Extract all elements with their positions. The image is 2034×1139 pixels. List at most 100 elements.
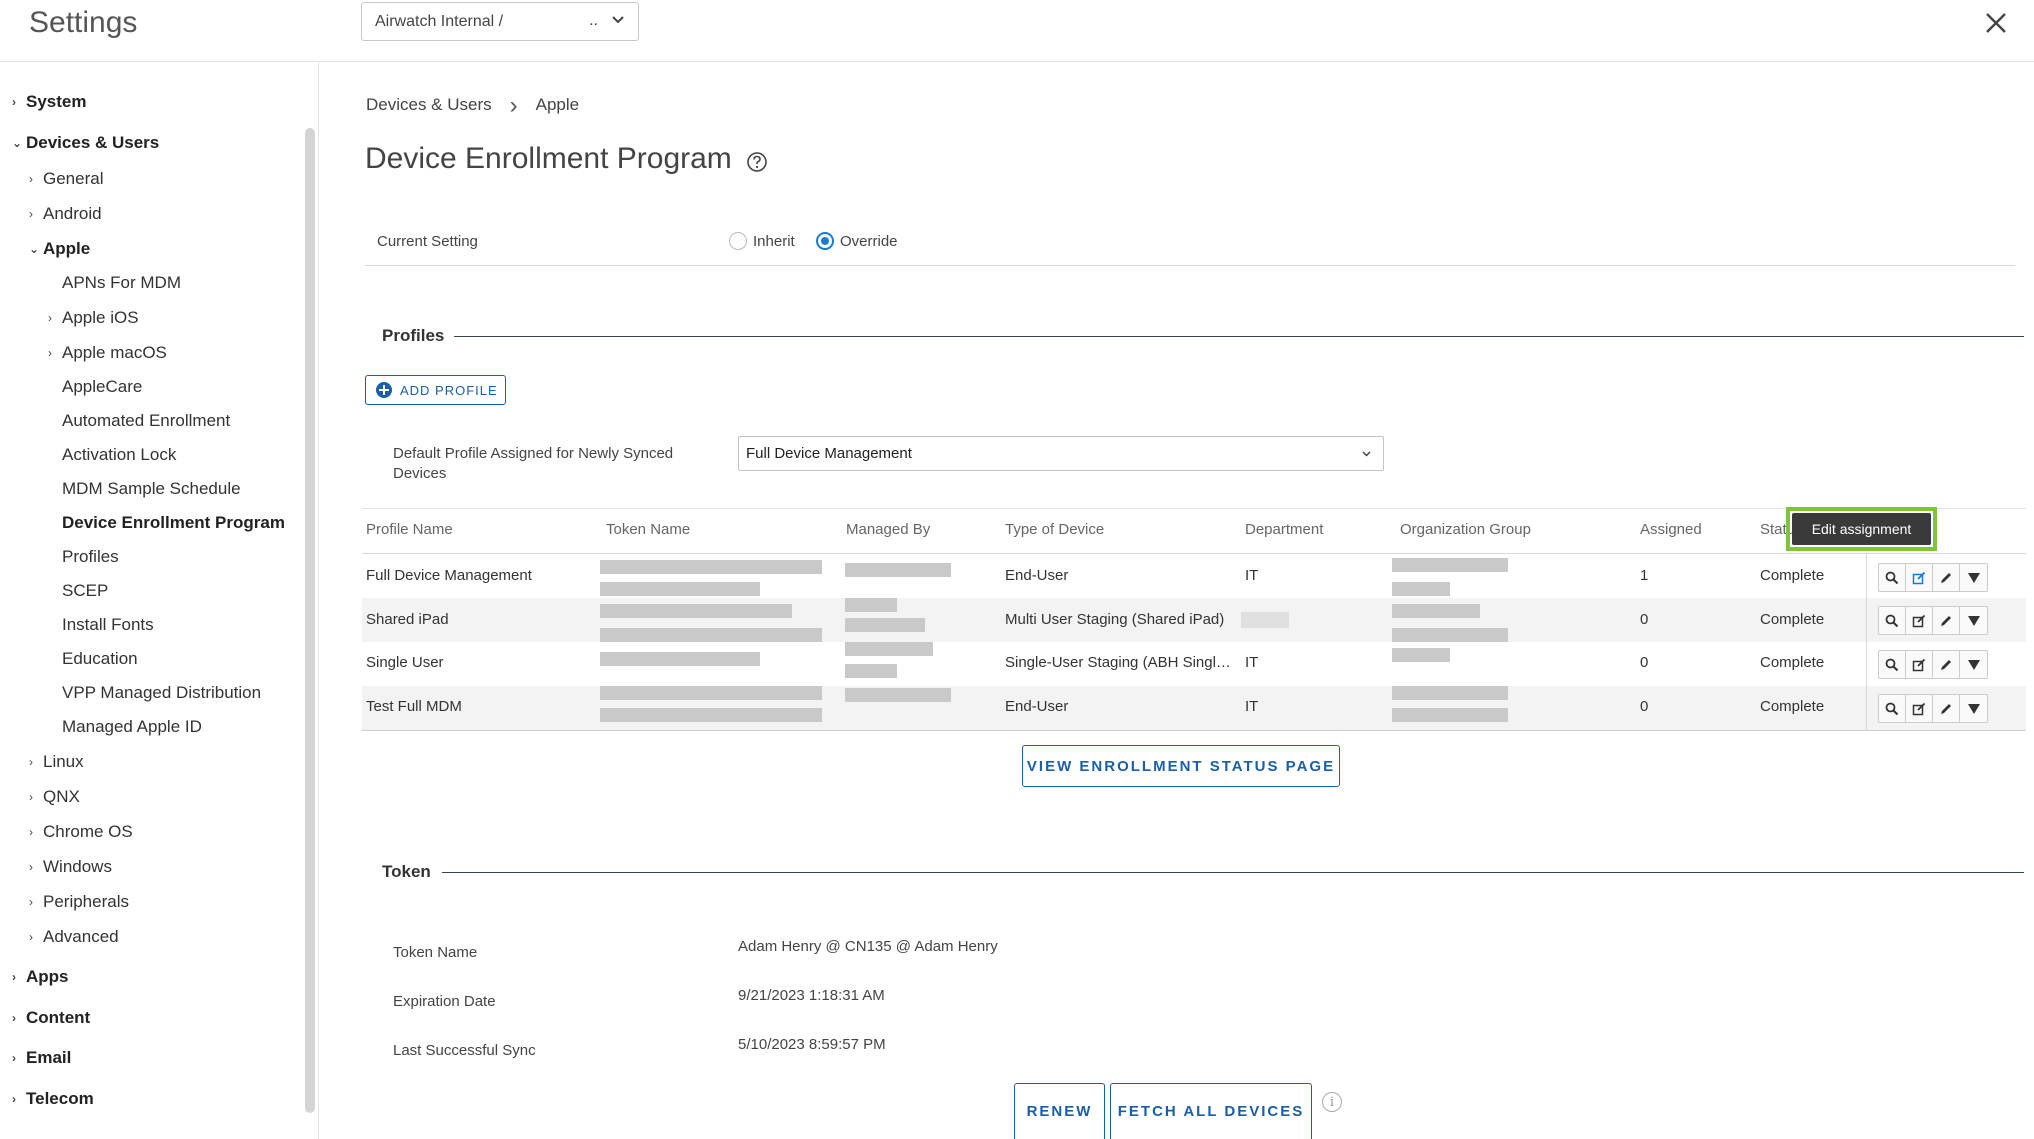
department-cell: IT — [1245, 567, 1259, 584]
sidebar-item-qnx[interactable]: › QNX — [29, 787, 80, 807]
more-actions-button[interactable] — [1960, 695, 1987, 722]
column-header-profile-name[interactable]: Profile Name — [366, 521, 453, 538]
sidebar-item-general[interactable]: › General — [29, 169, 103, 189]
column-header-department[interactable]: Department — [1245, 521, 1323, 538]
more-actions-button[interactable] — [1960, 564, 1987, 591]
override-radio-option[interactable]: Override — [816, 232, 898, 250]
sidebar-item-mdm-sample-schedule[interactable]: MDM Sample Schedule — [62, 479, 241, 499]
sidebar-item-telecom[interactable]: › Telecom — [12, 1089, 94, 1109]
app-title: Settings — [29, 6, 138, 39]
sidebar-item-label: Activation Lock — [62, 445, 177, 464]
redacted-token-name — [600, 628, 822, 642]
column-header-managed-by[interactable]: Managed By — [846, 521, 930, 538]
sidebar-item-applecare[interactable]: AppleCare — [62, 377, 142, 397]
help-icon[interactable] — [746, 151, 768, 173]
default-profile-label-line1: Default Profile Assigned for Newly Synce… — [393, 445, 674, 462]
sidebar-item-email[interactable]: › Email — [12, 1048, 71, 1068]
sidebar-item-vpp-managed-distribution[interactable]: VPP Managed Distribution — [62, 683, 261, 703]
override-radio[interactable] — [816, 232, 834, 250]
sidebar-item-apple[interactable]: ⌄ Apple — [29, 239, 90, 259]
edit-assignment-button[interactable] — [1906, 651, 1933, 678]
edit-button[interactable] — [1933, 695, 1960, 722]
sidebar-item-scep[interactable]: SCEP — [62, 581, 108, 601]
profile-name-cell[interactable]: Single User — [366, 654, 444, 671]
fetch-all-devices-button[interactable]: FETCH ALL DEVICES — [1110, 1083, 1312, 1139]
edit-button[interactable] — [1933, 564, 1960, 591]
column-header-assigned[interactable]: Assigned — [1640, 521, 1702, 538]
assigned-cell: 0 — [1640, 611, 1649, 628]
close-icon[interactable] — [1985, 12, 2007, 34]
column-header-type-of-device[interactable]: Type of Device — [1005, 521, 1104, 538]
chevron-right-icon: › — [12, 95, 16, 109]
row-actions — [1878, 650, 1988, 679]
search-icon — [1885, 614, 1899, 627]
redacted-organization-group — [1392, 648, 1450, 662]
more-actions-button[interactable] — [1960, 607, 1987, 634]
sidebar-item-label: Profiles — [62, 547, 119, 566]
table-row[interactable]: Single User Single-User Staging (ABH Sin… — [362, 642, 2026, 686]
column-header-organization-group[interactable]: Organization Group — [1400, 521, 1531, 538]
redacted-managed-by — [845, 563, 951, 577]
sidebar-item-apple-macos[interactable]: › Apple macOS — [48, 343, 167, 363]
view-enrollment-status-page-button[interactable]: VIEW ENROLLMENT STATUS PAGE — [1022, 745, 1340, 787]
table-top-border — [362, 508, 2026, 509]
chevron-right-icon: › — [48, 311, 52, 325]
renew-button[interactable]: RENEW — [1014, 1083, 1105, 1139]
profile-name-cell[interactable]: Full Device Management — [366, 567, 532, 584]
sidebar-item-advanced[interactable]: › Advanced — [29, 927, 119, 947]
table-bottom-border — [362, 730, 2026, 731]
sidebar-item-linux[interactable]: › Linux — [29, 752, 84, 772]
breadcrumb-devices-users[interactable]: Devices & Users — [366, 95, 492, 115]
sidebar-item-apple-ios[interactable]: › Apple iOS — [48, 308, 139, 328]
sidebar-item-label: Linux — [43, 752, 84, 771]
edit-assignment-button[interactable] — [1906, 564, 1933, 591]
organization-group-selector[interactable]: Airwatch Internal / .. — [361, 2, 639, 41]
sidebar-item-automated-enrollment[interactable]: Automated Enrollment — [62, 411, 230, 431]
section-divider — [442, 872, 2024, 873]
sidebar-item-system[interactable]: › System — [12, 92, 86, 112]
view-button[interactable] — [1879, 564, 1906, 591]
sidebar-item-peripherals[interactable]: › Peripherals — [29, 892, 129, 912]
table-row[interactable]: Full Device Management End-User IT 1 Com… — [362, 554, 2026, 598]
token-name-label: Token Name — [393, 944, 478, 961]
sidebar-item-apps[interactable]: › Apps — [12, 967, 69, 987]
main-content: Devices & Users › Apple Device Enrollmen… — [320, 62, 2034, 1139]
column-header-token-name[interactable]: Token Name — [606, 521, 690, 538]
sidebar-item-apns-for-mdm[interactable]: APNs For MDM — [62, 273, 181, 293]
sidebar-item-chrome-os[interactable]: › Chrome OS — [29, 822, 133, 842]
edit-assignment-icon — [1912, 614, 1926, 627]
table-row[interactable]: Test Full MDM End-User IT 0 Complete — [362, 686, 2026, 730]
caret-down-icon — [1967, 703, 1980, 714]
inherit-radio[interactable] — [729, 232, 747, 250]
sidebar-item-devices-users[interactable]: ⌄ Devices & Users — [12, 133, 159, 153]
sidebar-item-profiles[interactable]: Profiles — [62, 547, 119, 567]
page-header: Device Enrollment Program — [365, 142, 768, 176]
sidebar-scrollbar[interactable] — [305, 128, 315, 1113]
edit-assignment-button[interactable] — [1906, 607, 1933, 634]
sidebar-item-android[interactable]: › Android — [29, 204, 102, 224]
department-cell: IT — [1245, 698, 1259, 715]
profile-name-cell[interactable]: Shared iPad — [366, 611, 449, 628]
table-row[interactable]: Shared iPad Multi User Staging (Shared i… — [362, 598, 2026, 642]
view-button[interactable] — [1879, 695, 1906, 722]
sidebar-item-activation-lock[interactable]: Activation Lock — [62, 445, 176, 465]
sidebar-item-device-enrollment-program[interactable]: Device Enrollment Program — [62, 513, 285, 533]
more-actions-button[interactable] — [1960, 651, 1987, 678]
edit-button[interactable] — [1933, 607, 1960, 634]
assigned-cell: 0 — [1640, 654, 1649, 671]
add-profile-button[interactable]: ADD PROFILE — [365, 375, 506, 405]
default-profile-dropdown[interactable]: Full Device Management — [738, 436, 1384, 471]
sidebar-item-label: Telecom — [26, 1089, 94, 1108]
sidebar-item-install-fonts[interactable]: Install Fonts — [62, 615, 154, 635]
info-icon[interactable]: i — [1322, 1092, 1342, 1112]
sidebar-item-education[interactable]: Education — [62, 649, 138, 669]
sidebar-item-windows[interactable]: › Windows — [29, 857, 112, 877]
sidebar-item-content[interactable]: › Content — [12, 1008, 90, 1028]
view-button[interactable] — [1879, 651, 1906, 678]
edit-button[interactable] — [1933, 651, 1960, 678]
view-button[interactable] — [1879, 607, 1906, 634]
edit-assignment-button[interactable] — [1906, 695, 1933, 722]
inherit-radio-option[interactable]: Inherit — [729, 232, 795, 250]
sidebar-item-managed-apple-id[interactable]: Managed Apple ID — [62, 717, 202, 737]
profile-name-cell[interactable]: Test Full MDM — [366, 698, 462, 715]
